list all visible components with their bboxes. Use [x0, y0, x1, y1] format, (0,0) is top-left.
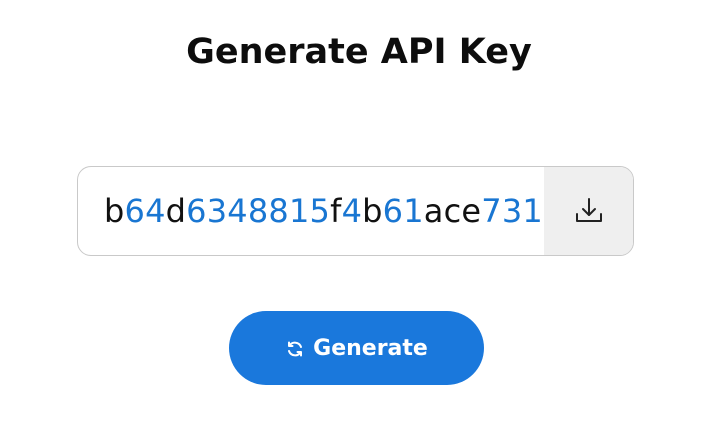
api-key-box: b64d6348815f4b61ace73147: [77, 166, 634, 256]
generate-api-key-page: Generate API Key b64d6348815f4b61ace7314…: [0, 0, 718, 429]
generate-button-label: Generate: [313, 335, 428, 361]
refresh-icon: [285, 339, 305, 359]
page-title: Generate API Key: [186, 32, 532, 72]
download-icon: [572, 194, 606, 228]
api-key-field[interactable]: b64d6348815f4b61ace73147: [78, 167, 546, 255]
generate-button[interactable]: Generate: [229, 311, 484, 385]
download-button[interactable]: [544, 167, 633, 255]
